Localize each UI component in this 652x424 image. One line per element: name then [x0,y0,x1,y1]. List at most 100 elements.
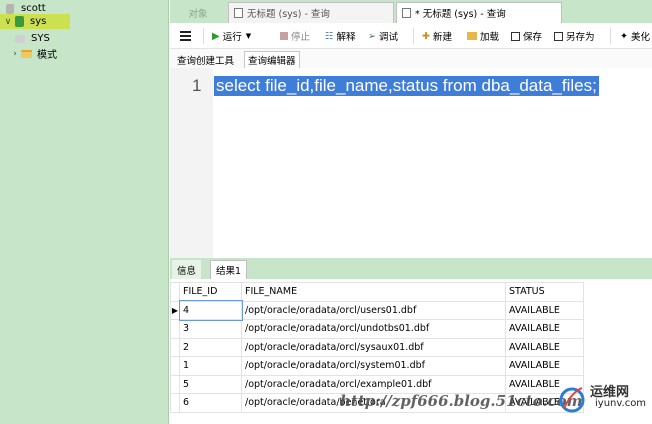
current-row-pointer-icon: ▶ [170,300,180,320]
column-header-status[interactable]: STATUS [505,282,584,302]
row-indicator-header [170,282,180,302]
result-tab-bar: 信息 结果1 [170,258,652,279]
chevron-down-icon[interactable]: ∨ [3,17,13,27]
line-number: 1 [192,76,202,95]
cell-status[interactable]: AVAILABLE [505,337,584,357]
toolbar-divider [203,28,204,44]
cell-file-name[interactable]: /opt/oracle/oradata/orcl/undotbs01.dbf [241,319,506,339]
magic-wand-icon: ✦ [620,30,628,42]
tab-query-editor[interactable]: 查询编辑器 [244,51,300,68]
column-header-file-id[interactable]: FILE_ID [179,282,242,302]
tab-query-builder[interactable]: 查询创建工具 [174,51,237,68]
site-logo-subtext: iyunv.com [595,398,647,409]
new-label: 新建 [432,32,452,43]
folder-icon [20,48,32,60]
cell-file-id[interactable]: 1 [179,356,242,376]
cell-file-name[interactable]: /opt/oracle/oradata/orcl/system01.dbf [241,356,506,376]
sql-text[interactable]: select file_id,file_name,status from dba… [214,76,599,96]
save-as-button[interactable]: 另存为 [554,29,595,43]
cell-status[interactable]: AVAILABLE [505,300,584,320]
row-indicator [170,393,180,413]
sql-editor[interactable]: 1 select file_id,file_name,status from d… [170,68,652,258]
tab-info[interactable]: 信息 [172,260,202,279]
save-label: 保存 [523,32,543,43]
cell-file-id[interactable]: 4 [178,300,243,321]
toolbar-divider [610,28,611,44]
row-indicator [170,356,180,376]
row-indicator [170,319,180,339]
table-row[interactable]: ▶ 4 /opt/oracle/oradata/orcl/users01.dbf… [170,300,584,321]
cell-status[interactable]: AVAILABLE [505,319,584,339]
folder-open-icon [467,32,477,40]
database-connected-icon [13,16,25,28]
cell-file-name[interactable]: /opt/oracle/oradata/orcl/users01.dbf [241,300,506,320]
editor-mode-tabs: 查询创建工具 查询编辑器 [170,49,652,68]
tab-objects[interactable]: 对象 [170,2,226,23]
tab-result-1[interactable]: 结果1 [210,260,248,279]
tab-label: 结果1 [216,266,242,277]
cell-file-id[interactable]: 2 [179,337,242,357]
new-button[interactable]: ✚ 新建 [422,29,452,44]
cell-file-id[interactable]: 6 [179,393,242,413]
cell-file-id[interactable]: 3 [179,319,242,339]
tree-item-label: 模式 [37,50,57,61]
debug-icon: ➢ [368,30,376,42]
tree-item-label: sys [30,16,47,27]
save-as-icon [554,31,563,41]
cell-file-id[interactable]: 5 [179,374,242,394]
table-row[interactable]: 3 /opt/oracle/oradata/orcl/undotbs01.dbf… [170,319,584,339]
debug-label: 调试 [378,32,398,43]
row-indicator [170,374,180,394]
save-icon [511,31,520,41]
grid-header-row: FILE_ID FILE_NAME STATUS [170,282,584,302]
schema-icon [14,33,26,45]
query-icon [234,8,243,18]
tab-label: 查询编辑器 [248,56,296,67]
cell-file-name[interactable]: /opt/oracle/oradata/orcl/example01.dbf [241,374,506,394]
play-icon: ▶ [212,30,220,42]
tab-query-2[interactable]: * 无标题 (sys) - 查询 [396,2,562,23]
beautify-button[interactable]: ✦ 美化 [620,29,650,44]
run-button[interactable]: ▶ 运行 ▼ [212,29,251,44]
tree-item-schemas[interactable]: › 模式 [10,46,57,62]
save-button[interactable]: 保存 [511,29,542,43]
debug-button[interactable]: ➢ 调试 [368,29,398,44]
watermark-text: http://zpf666.blog.51cto.com [340,392,583,410]
save-as-label: 另存为 [566,32,595,43]
database-icon [4,3,16,15]
tab-label: 无标题 (sys) - 查询 [247,9,330,20]
tree-item-sys[interactable]: ∨ sys [0,14,70,29]
stop-button[interactable]: 停止 [280,29,310,43]
toolbar-divider [413,28,414,44]
query-icon [402,8,411,18]
query-toolbar: ▶ 运行 ▼ 停止 ☷ 解释 ➢ 调试 ✚ 新建 加载 保存 另存为 ✦ 美化 [170,23,652,49]
tab-query-1[interactable]: 无标题 (sys) - 查询 [228,2,394,23]
explain-label: 解释 [336,32,356,43]
beautify-label: 美化 [630,32,650,43]
explain-icon: ☷ [325,30,334,42]
load-label: 加载 [480,32,500,43]
new-query-icon: ✚ [422,30,430,42]
explain-button[interactable]: ☷ 解释 [325,29,356,44]
document-tab-bar: 对象 无标题 (sys) - 查询 * 无标题 (sys) - 查询 [170,0,652,23]
object-navigator: scott ∨ sys SYS › 模式 [0,0,169,424]
table-row[interactable]: 1 /opt/oracle/oradata/orcl/system01.dbf … [170,356,584,376]
column-header-file-name[interactable]: FILE_NAME [241,282,506,302]
tree-item-label: SYS [31,33,50,44]
run-label: 运行 [222,32,242,43]
cell-file-name[interactable]: /opt/oracle/oradata/orcl/sysaux01.dbf [241,337,506,357]
tree-item-SYS[interactable]: SYS [14,31,50,46]
stop-icon [280,32,288,40]
table-row[interactable]: 5 /opt/oracle/oradata/orcl/example01.dbf… [170,374,584,394]
tab-label: * 无标题 (sys) - 查询 [415,9,506,20]
tree-item-label: scott [21,3,46,14]
tab-label: 对象 [188,8,208,20]
load-button[interactable]: 加载 [467,29,499,43]
stop-label: 停止 [291,32,311,43]
table-row[interactable]: 2 /opt/oracle/oradata/orcl/sysaux01.dbf … [170,337,584,357]
chevron-down-icon[interactable]: ▼ [246,32,251,40]
cell-status[interactable]: AVAILABLE [505,356,584,376]
chevron-right-icon[interactable]: › [10,49,20,59]
row-indicator [170,337,180,357]
menu-icon[interactable] [180,31,191,43]
